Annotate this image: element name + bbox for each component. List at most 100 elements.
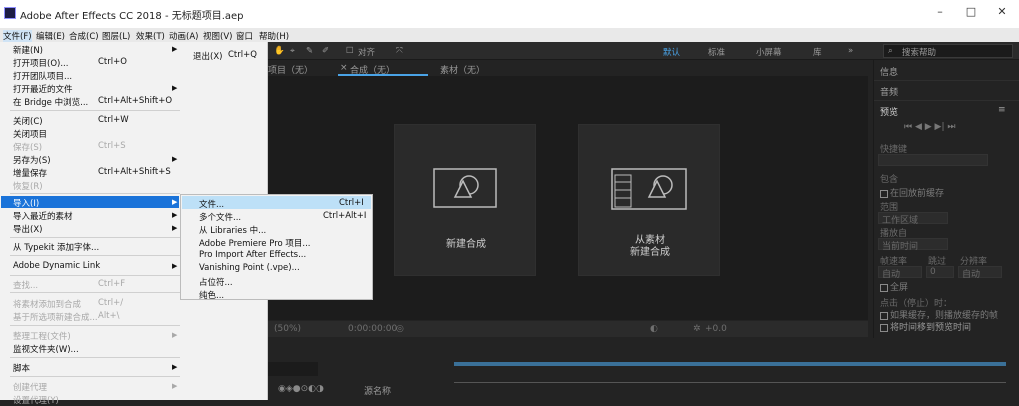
after-effects-app-icon [4,7,16,19]
menu-item-export[interactable]: 导出(X) [13,223,42,235]
snapshot-icon[interactable]: ◎ [396,324,404,334]
move-time-checkbox[interactable]: 将时间移到预览时间 [880,320,971,333]
audio-panel-tab[interactable]: 音频 [880,85,898,98]
menu-separator [10,110,180,111]
fullscreen-checkbox[interactable]: 全屏 [880,280,908,293]
play-from-select[interactable]: 当前时间 [878,238,948,252]
timeline-search-input[interactable] [268,362,318,376]
hand-tool-icon[interactable]: ✋ [274,46,285,56]
menu-item-open-project[interactable]: 打开项目(O)... [13,57,68,69]
menu-item-close[interactable]: 关闭(C) [13,115,43,127]
menu-item-open-team-project[interactable]: 打开团队项目... [13,70,72,82]
new-composition-icon [433,168,497,208]
submenu-item-pro-import[interactable]: Pro Import After Effects... [199,250,306,260]
range-select[interactable]: 工作区域 [878,212,948,226]
shortcut-exit: Ctrl+Q [228,50,257,60]
layer-switches-icons: ◉◈●⊙◐◑ [278,384,324,394]
shortcut-import-multiple: Ctrl+Alt+I [323,211,367,221]
menu-item-dynamic-link[interactable]: Adobe Dynamic Link [13,261,100,271]
menu-item-watch-folder[interactable]: 监视文件夹(W)... [13,343,79,355]
zoom-select[interactable]: (50%) [274,324,301,334]
menu-separator [10,292,180,293]
menu-item-increment-save[interactable]: 增量保存 [13,167,47,179]
menu-window[interactable]: 窗口 [236,30,253,42]
cache-before-checkbox[interactable]: 在回放前缓存 [880,186,944,199]
from-footage-label-line2: 新建合成 [630,247,670,258]
snap-icon[interactable]: ⤧ [396,46,403,56]
timecode-display[interactable]: 0:00:00:00 [348,324,397,334]
close-tab-icon[interactable]: × [340,63,348,73]
menu-separator [10,357,180,358]
close-button[interactable]: ✕ [987,5,1017,21]
workspace-libraries[interactable]: 库 [813,46,822,58]
maximize-button[interactable]: □ [956,5,986,21]
menu-help[interactable]: 帮助(H) [259,30,289,42]
info-panel-tab[interactable]: 信息 [880,65,898,78]
menu-view[interactable]: 视图(V) [203,30,232,42]
playback-controls[interactable]: ⏮ ◀ ▶ ▶| ⏭ [904,122,955,132]
menu-item-add-footage-to-comp: 将素材添加到合成 [13,300,82,310]
menu-item-typekit[interactable]: 从 Typekit 添加字体... [13,241,99,253]
menu-animation[interactable]: 动画(A) [169,30,198,42]
menu-item-find: 查找... [13,281,39,291]
menu-item-scripts[interactable]: 脚本 [13,362,30,374]
menu-item-close-project[interactable]: 关闭项目 [13,128,47,140]
right-panels: 信息 音频 预览 ≡ ⏮ ◀ ▶ ▶| ⏭ 快捷键 包含 在回放前缓存 范围 工… [873,60,1019,338]
shortcut-new-comp-selection: Alt+\ [98,311,120,321]
menu-separator [10,325,180,326]
minimize-button[interactable]: – [925,5,955,21]
workspace-default[interactable]: 默认 [663,46,680,58]
new-composition-card[interactable]: 新建合成 [394,124,536,276]
submenu-item-file[interactable]: 文件... [199,198,224,210]
submenu-item-placeholder[interactable]: 占位符... [199,276,233,288]
menu-item-open-recent[interactable]: 打开最近的文件 [13,83,73,95]
title-bar: Adobe After Effects CC 2018 - 无标题项目.aep … [0,0,1019,28]
menu-item-new[interactable]: 新建(N) [13,44,43,56]
menu-item-import-recent[interactable]: 导入最近的素材 [13,210,73,222]
submenu-item-multiple-files[interactable]: 多个文件... [199,211,241,223]
skip-select[interactable]: 0 [926,266,954,278]
menu-item-browse-bridge[interactable]: 在 Bridge 中浏览... [13,96,88,108]
menu-item-save-as[interactable]: 另存为(S) [13,154,51,166]
submenu-arrow-icon: ▶ [172,45,178,53]
color-mode-icon[interactable]: ◐ [650,324,658,334]
menu-edit[interactable]: 编辑(E) [36,30,65,42]
brush-tool-icon[interactable]: ✐ [322,46,329,56]
menu-item-new-comp-from-selection: 基于所选项新建合成... [13,313,98,323]
window-title: Adobe After Effects CC 2018 - 无标题项目.aep [20,11,244,22]
submenu-item-vanishing-point[interactable]: Vanishing Point (.vpe)... [199,263,300,273]
preview-panel-title: 预览 [880,108,899,118]
menu-separator [10,255,180,256]
tab-project[interactable]: 项目（无） [268,63,313,76]
frame-rate-select[interactable]: 自动 [878,266,922,280]
align-checkbox-icon[interactable]: ☐ [346,46,354,56]
shortcut-select[interactable] [878,154,988,166]
tab-footage[interactable]: 素材（无） [440,63,485,76]
more-workspaces-icon[interactable]: » [848,46,853,56]
composition-controls-bar: (50%) 0:00:00:00 ◎ ◐ ✲ +0.0 [268,321,868,337]
menu-composition[interactable]: 合成(C) [69,30,99,42]
submenu-item-solid[interactable]: 纯色... [199,289,224,301]
workspace-small-screen[interactable]: 小屏幕 [756,46,782,58]
menu-effect[interactable]: 效果(T) [136,30,165,42]
menu-item-exit[interactable]: 退出(X) [193,50,222,62]
exposure-icon[interactable]: ✲ [693,324,701,334]
time-ruler [454,382,1006,383]
submenu-item-libraries[interactable]: 从 Libraries 中... [199,224,266,236]
camera-tool-icon[interactable]: ⌖ [290,46,295,56]
pen-tool-icon[interactable]: ✎ [306,46,313,56]
resolution-select[interactable]: 自动 [958,266,1002,280]
new-comp-from-footage-card[interactable]: 从素材 新建合成 [578,124,720,276]
menu-file[interactable]: 文件(F) [3,30,32,42]
preview-menu-icon[interactable]: ≡ [998,105,1006,115]
align-label: 对齐 [358,48,376,58]
workspace-standard[interactable]: 标准 [708,46,725,58]
work-area-bar[interactable] [454,362,1006,366]
menu-layer[interactable]: 图层(L) [102,30,130,42]
help-search-input[interactable]: ⌕ 搜索帮助 [883,44,1013,58]
exposure-value[interactable]: +0.0 [705,324,727,334]
submenu-arrow-icon: ▶ [172,363,178,371]
menu-item-import[interactable]: 导入(I) [13,197,39,209]
submenu-item-premiere-project[interactable]: Adobe Premiere Pro 项目... [199,237,311,249]
shortcut-browse-bridge: Ctrl+Alt+Shift+O [98,96,173,106]
